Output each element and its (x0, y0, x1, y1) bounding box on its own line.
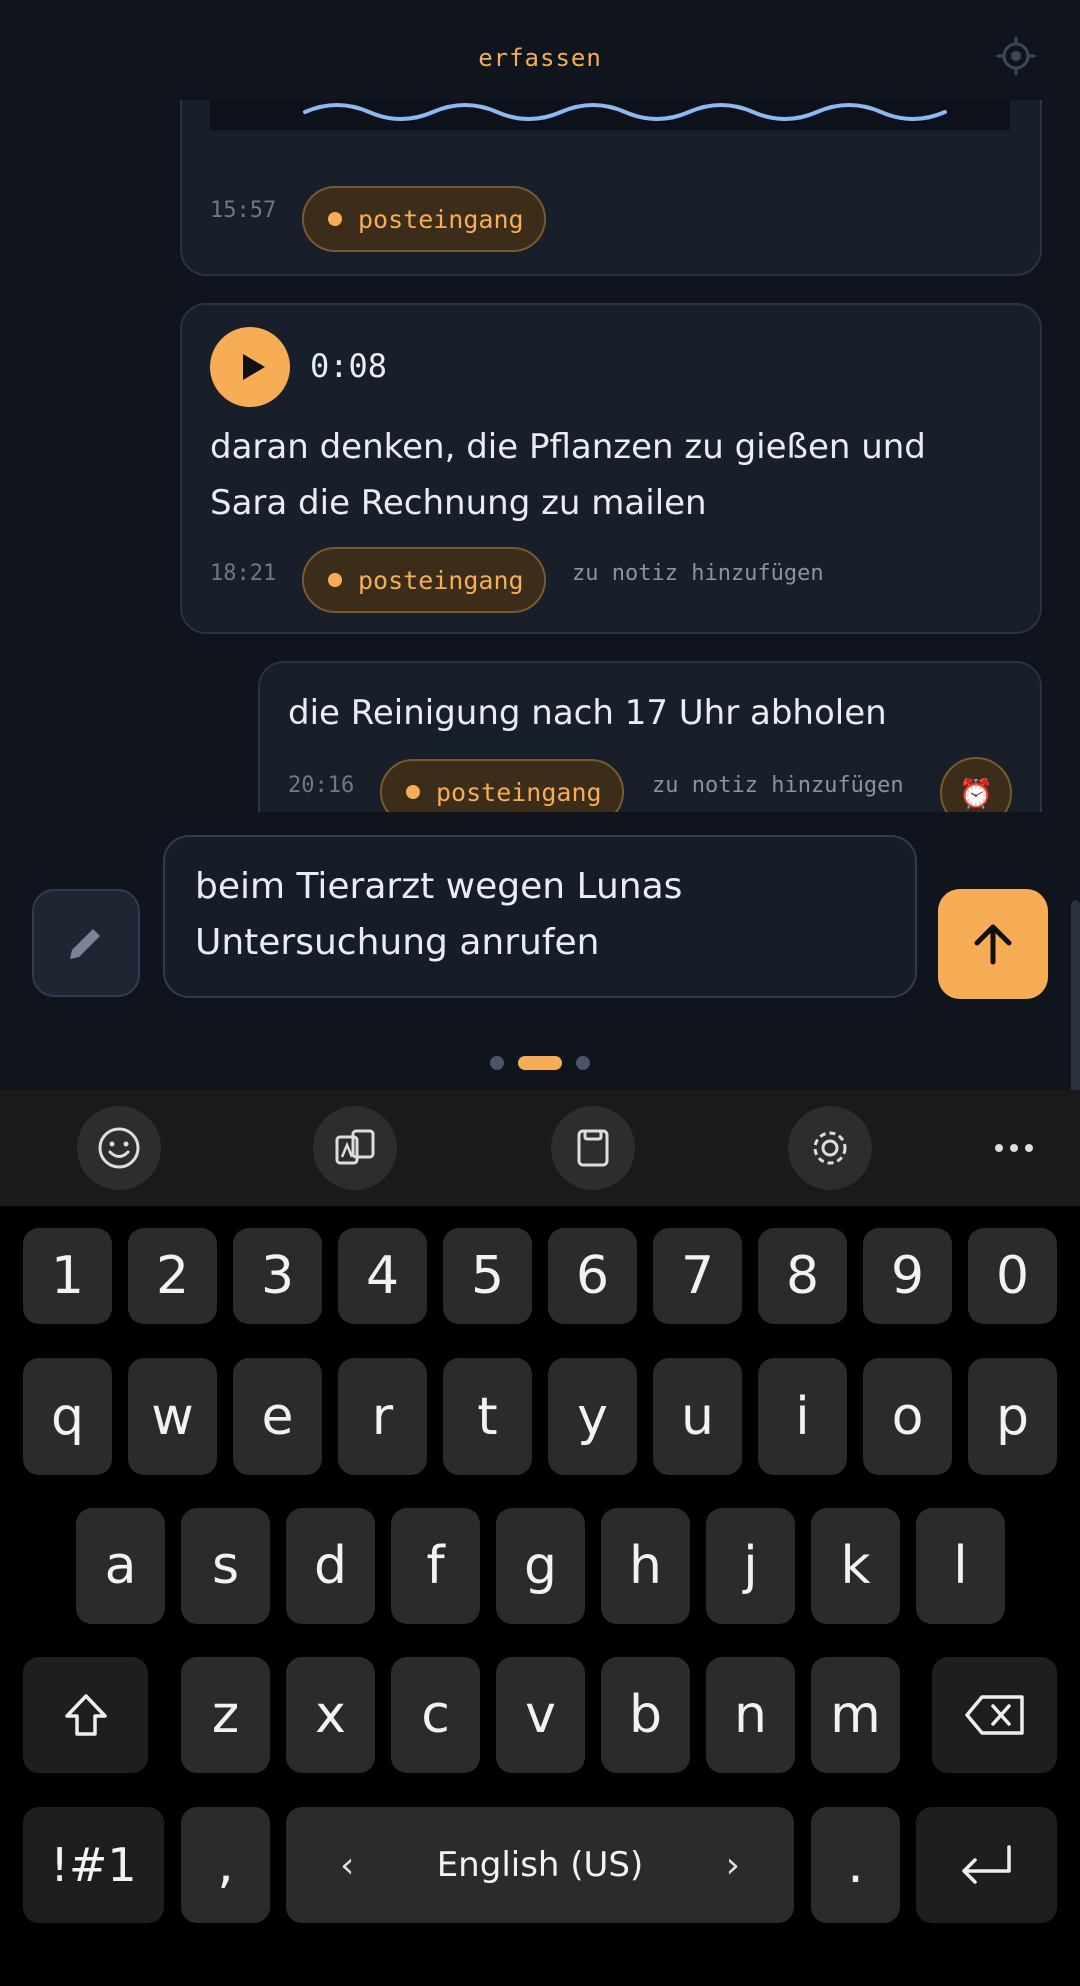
tag-label: posteingang (358, 565, 524, 595)
key-8[interactable]: 8 (758, 1228, 847, 1324)
timestamp: 20:16 (288, 773, 355, 798)
key-3[interactable]: 3 (233, 1228, 322, 1324)
key-m[interactable]: m (811, 1657, 900, 1773)
translate-icon (335, 1129, 375, 1165)
voice-memo-card: 0:08 daran denken, die Pflanzen zu gieße… (180, 303, 1042, 634)
capture-card: 15:57 posteingang (180, 100, 1042, 276)
key-c[interactable]: c (391, 1657, 480, 1773)
emoji-button[interactable] (77, 1106, 161, 1190)
key-h[interactable]: h (601, 1508, 690, 1624)
key-a[interactable]: a (76, 1508, 165, 1624)
key-7[interactable]: 7 (653, 1228, 742, 1324)
key-4[interactable]: 4 (338, 1228, 427, 1324)
language-label: English (US) (436, 1845, 644, 1885)
capture-feed[interactable]: 15:57 posteingang 0:08 daran denken, die… (0, 100, 1080, 812)
pencil-icon (70, 929, 100, 959)
period-key[interactable]: . (811, 1807, 900, 1923)
space-key[interactable]: ‹ English (US) › (286, 1807, 794, 1923)
key-p[interactable]: p (968, 1358, 1057, 1475)
tag-dot-icon (328, 212, 342, 226)
settings-icon (813, 1131, 847, 1165)
key-e[interactable]: e (233, 1358, 322, 1475)
play-icon (243, 354, 265, 380)
key-r[interactable]: r (338, 1358, 427, 1475)
tag-dot-icon (328, 573, 342, 587)
clipboard-button[interactable] (551, 1106, 635, 1190)
key-d[interactable]: d (286, 1508, 375, 1624)
key-v[interactable]: v (496, 1657, 585, 1773)
chevron-left-icon: ‹ (340, 1844, 355, 1886)
enter-key[interactable] (916, 1807, 1057, 1923)
key-k[interactable]: k (811, 1508, 900, 1624)
add-to-note-link[interactable]: zu notiz hinzufügen (572, 561, 824, 586)
key-u[interactable]: u (653, 1358, 742, 1475)
key-q[interactable]: q (23, 1358, 112, 1475)
on-screen-keyboard: 1 2 3 4 5 6 7 8 9 0 q w e r t y u i o p … (0, 1090, 1080, 1986)
key-s[interactable]: s (181, 1508, 270, 1624)
send-button[interactable] (938, 889, 1048, 999)
key-j[interactable]: j (706, 1508, 795, 1624)
more-button[interactable] (984, 1106, 1044, 1190)
keyboard-toolbar (0, 1090, 1080, 1206)
timestamp: 18:21 (210, 561, 277, 586)
key-n[interactable]: n (706, 1657, 795, 1773)
memo-transcript: daran denken, die Pflanzen zu gießen und… (210, 427, 926, 523)
key-o[interactable]: o (863, 1358, 952, 1475)
page-dot[interactable] (576, 1056, 590, 1070)
more-icon (995, 1144, 1033, 1152)
symbols-key[interactable]: !#1 (23, 1807, 164, 1923)
key-t[interactable]: t (443, 1358, 532, 1475)
key-1[interactable]: 1 (23, 1228, 112, 1324)
emoji-icon (98, 1127, 140, 1169)
keyboard-settings-button[interactable] (788, 1106, 872, 1190)
inbox-tag[interactable]: posteingang (380, 759, 624, 812)
capture-card: die Reinigung nach 17 Uhr abholen 20:16 … (258, 661, 1042, 812)
inbox-tag[interactable]: posteingang (302, 547, 546, 613)
key-l[interactable]: l (916, 1508, 1005, 1624)
shift-key[interactable] (23, 1657, 148, 1773)
page-title: erfassen (478, 44, 602, 72)
app-header: erfassen (0, 0, 1080, 100)
page-dot[interactable] (490, 1056, 504, 1070)
key-z[interactable]: z (181, 1657, 270, 1773)
page-dot-active[interactable] (518, 1056, 562, 1070)
translate-button[interactable] (313, 1106, 397, 1190)
capture-text: die Reinigung nach 17 Uhr abholen (288, 693, 887, 733)
key-6[interactable]: 6 (548, 1228, 637, 1324)
key-x[interactable]: x (286, 1657, 375, 1773)
clipboard-icon (577, 1129, 609, 1167)
comma-key[interactable]: , (181, 1807, 270, 1923)
sketch-preview (210, 100, 1010, 130)
key-b[interactable]: b (601, 1657, 690, 1773)
key-w[interactable]: w (128, 1358, 217, 1475)
add-to-note-link[interactable]: zu notiz hinzufügen (652, 773, 904, 798)
play-button[interactable] (210, 327, 290, 407)
key-i[interactable]: i (758, 1358, 847, 1475)
key-2[interactable]: 2 (128, 1228, 217, 1324)
alarm-clock-icon[interactable]: ⏰ (940, 757, 1012, 812)
capture-input[interactable]: beim Tierarzt wegen Lunas Untersuchung a… (163, 835, 917, 998)
key-0[interactable]: 0 (968, 1228, 1057, 1324)
key-g[interactable]: g (496, 1508, 585, 1624)
tag-label: posteingang (358, 204, 524, 234)
key-f[interactable]: f (391, 1508, 480, 1624)
shift-icon (64, 1694, 107, 1736)
page-indicator (0, 1054, 1080, 1074)
enter-icon (961, 1845, 1011, 1884)
chevron-right-icon: › (725, 1844, 740, 1886)
tag-dot-icon (406, 785, 420, 799)
inbox-tag[interactable]: posteingang (302, 186, 546, 252)
draw-mode-button[interactable] (32, 889, 140, 997)
backspace-icon (964, 1695, 1024, 1735)
wave-drawing-icon (303, 103, 947, 121)
key-y[interactable]: y (548, 1358, 637, 1475)
key-5[interactable]: 5 (443, 1228, 532, 1324)
audio-duration: 0:08 (310, 347, 388, 385)
timestamp: 15:57 (210, 198, 277, 223)
backspace-key[interactable] (932, 1657, 1057, 1773)
sun-settings-icon[interactable] (996, 36, 1036, 76)
key-9[interactable]: 9 (863, 1228, 952, 1324)
tag-label: posteingang (436, 777, 602, 807)
arrow-up-icon (974, 924, 1012, 965)
